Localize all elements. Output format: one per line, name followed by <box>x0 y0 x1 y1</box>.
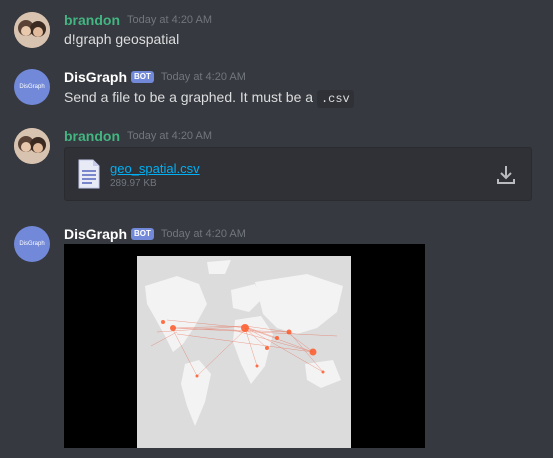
message-text: Send a file to be a graphed. It must be … <box>64 89 354 108</box>
user-avatar[interactable] <box>14 128 50 164</box>
timestamp: Today at 4:20 AM <box>160 71 246 83</box>
inline-code: .csv <box>316 90 354 108</box>
message-text-body: Send a file to be a graphed. It must be … <box>64 89 317 105</box>
message-brandon-1: brandon Today at 4:20 AM d!graph geospat… <box>0 12 553 52</box>
file-attachment: geo_spatial.csv 289.97 KB <box>64 147 532 201</box>
bot-avatar[interactable]: DisGraph <box>14 69 50 105</box>
image-attachment[interactable] <box>64 244 425 448</box>
user-avatar[interactable] <box>14 12 50 48</box>
author-name[interactable]: brandon <box>64 128 120 144</box>
bot-badge: BOT <box>131 228 154 240</box>
geospatial-map-image[interactable] <box>137 256 351 448</box>
bot-avatar-label: DisGraph <box>19 84 45 90</box>
file-size: 289.97 KB <box>110 178 157 189</box>
bot-avatar[interactable]: DisGraph <box>14 226 50 262</box>
message-text: d!graph geospatial <box>64 31 180 47</box>
timestamp: Today at 4:20 AM <box>160 228 246 240</box>
timestamp: Today at 4:20 AM <box>127 130 212 142</box>
download-icon[interactable] <box>497 165 515 185</box>
timestamp: Today at 4:20 AM <box>127 14 212 26</box>
author-name[interactable]: brandon <box>64 12 120 28</box>
message-disgraph-1: DisGraph DisGraph BOT Today at 4:20 AM S… <box>0 69 553 109</box>
author-name[interactable]: DisGraph <box>64 226 127 242</box>
bot-badge: BOT <box>131 71 154 83</box>
file-link[interactable]: geo_spatial.csv <box>110 161 200 176</box>
bot-avatar-label: DisGraph <box>19 241 45 247</box>
document-icon <box>78 159 100 189</box>
author-name[interactable]: DisGraph <box>64 69 127 85</box>
